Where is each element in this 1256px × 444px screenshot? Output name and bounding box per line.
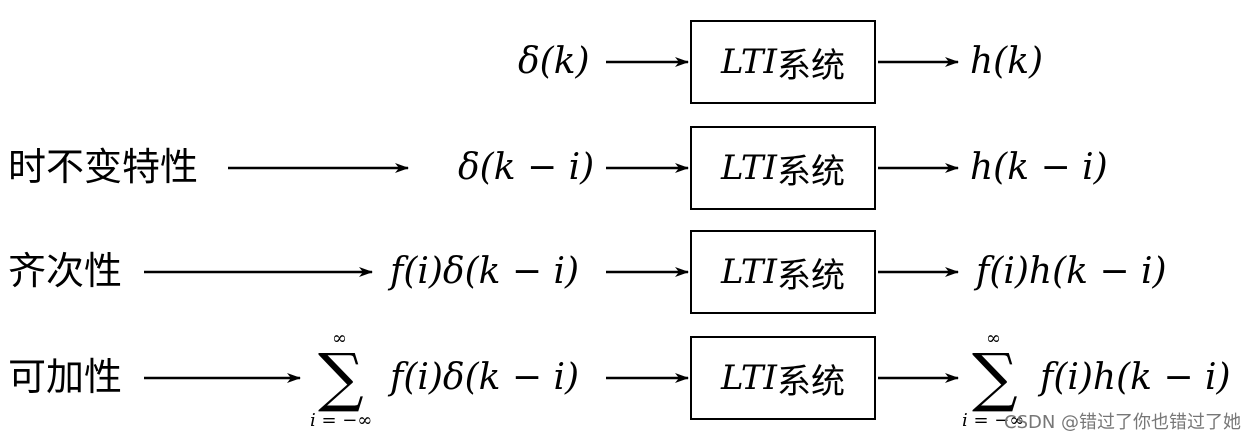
row4-output-sum-symbol: ∑ <box>972 341 1018 415</box>
row3-label: 齐次性 <box>8 249 123 293</box>
row1-output: h(k) <box>970 41 1044 82</box>
row2-input: δ(k − i) <box>458 147 595 188</box>
row4-system-text: 系统 <box>776 361 845 402</box>
row2-system-text: 系统 <box>776 151 845 192</box>
row4-output: f(i)h(k − i) <box>1040 357 1231 398</box>
row2-label: 时不变特性 <box>8 145 199 189</box>
row3-output: f(i)h(k − i) <box>976 251 1167 292</box>
watermark: CSDN @错过了你也错过了她 <box>1004 412 1242 433</box>
row3-input: f(i)δ(k − i) <box>390 251 580 292</box>
row4-input-sum-symbol: ∑ <box>318 341 364 415</box>
row3-lti-text: LTI <box>721 252 777 292</box>
row4-input-sum-lower: i = −∞ <box>310 410 373 431</box>
row1-lti-box: LTI 系统 <box>690 20 876 104</box>
row3-lti-box: LTI 系统 <box>690 230 876 314</box>
row2-lti-box: LTI 系统 <box>690 126 876 210</box>
row1-input: δ(k) <box>518 41 590 82</box>
row4-label: 可加性 <box>8 355 123 399</box>
row3-system-text: 系统 <box>776 255 845 296</box>
row1-system-text: 系统 <box>776 45 845 86</box>
row1-lti-text: LTI <box>721 42 777 82</box>
row4-lti-text: LTI <box>721 358 777 398</box>
row4-input: f(i)δ(k − i) <box>390 357 580 398</box>
row4-lti-box: LTI 系统 <box>690 336 876 420</box>
row2-output: h(k − i) <box>970 147 1108 188</box>
row2-lti-text: LTI <box>721 148 777 188</box>
